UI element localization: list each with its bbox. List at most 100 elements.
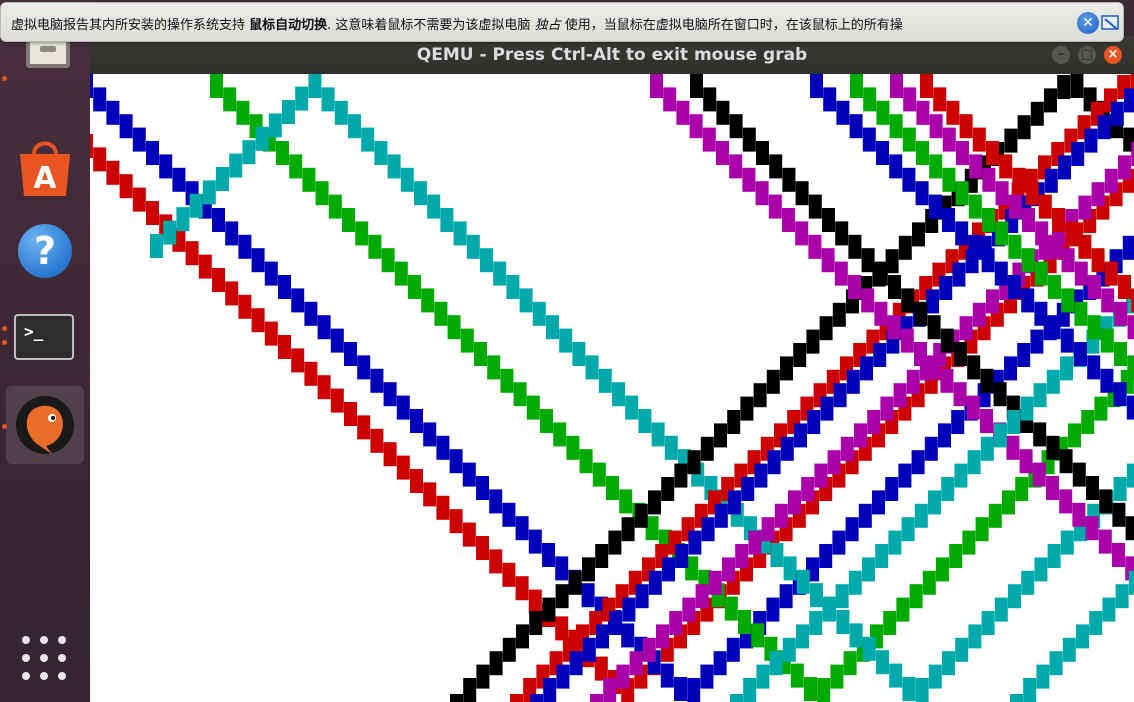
dock-item-help[interactable]: ? [6,214,84,292]
notification-close-icon[interactable]: ✕ [1077,12,1099,34]
pattern-block [703,87,717,112]
pattern-block [933,87,947,112]
pattern-block [1086,476,1099,500]
pattern-block [901,288,915,313]
maximize-button[interactable]: □ [1078,46,1096,64]
pattern-block [568,570,582,595]
pattern-block [941,477,955,501]
pattern-block [1049,651,1063,676]
pattern-block [806,329,820,354]
pattern-block [862,636,876,661]
pattern-block [883,611,897,635]
pattern-block [981,611,995,635]
pattern-block [1113,382,1127,407]
pattern-block [875,544,889,568]
pattern-block [225,221,239,246]
pattern-block [1125,516,1134,541]
pattern-block [835,584,849,609]
dock-item-software[interactable]: A [6,130,84,208]
vm-display[interactable] [90,74,1134,702]
pattern-block [942,167,956,192]
pattern-block [830,664,844,689]
pattern-block [898,235,912,260]
pattern-block [1101,288,1115,313]
pattern-block [489,489,503,514]
pattern-block [423,482,437,507]
pattern-block [929,114,943,139]
pattern-block [93,87,107,112]
pattern-block [119,174,133,199]
pattern-block [729,154,743,179]
pattern-block [1002,490,1015,515]
pattern-block [1048,234,1062,259]
pattern-block [436,435,450,460]
pattern-block [1034,557,1048,582]
pattern-block [612,382,625,407]
pattern-block [1022,208,1035,232]
pattern-block [530,694,543,702]
pattern-block [528,529,542,554]
pattern-block [887,315,901,340]
pattern-block [708,570,722,595]
pattern-block [474,342,487,366]
pattern-block [648,570,662,595]
pattern-block [743,678,757,702]
pattern-block [236,100,250,125]
pattern-block [980,436,994,461]
pattern-block [682,597,696,622]
pattern-block [929,154,943,179]
pattern-block [914,342,927,366]
pattern-block [1094,396,1108,421]
pattern-block [993,382,1007,407]
pattern-block [342,208,355,232]
pattern-block [519,288,533,313]
pattern-block [598,368,612,393]
pattern-block [660,663,674,688]
pattern-block [621,623,635,648]
show-apps-icon[interactable] [22,636,68,682]
pattern-block [695,584,709,609]
pattern-block [955,181,969,206]
pattern-block [1060,356,1073,381]
pattern-block [817,678,831,702]
pattern-block [606,476,619,500]
pattern-block [1012,167,1026,192]
pattern-block [616,664,630,689]
pattern-block [688,530,702,555]
software-icon: A [20,141,70,196]
pattern-block [980,368,994,393]
pattern-block [845,517,859,542]
notification-dismiss-icon[interactable] [1101,13,1121,33]
pattern-block [1046,435,1060,460]
pattern-block [229,153,243,178]
pattern-block [821,248,835,273]
pattern-block [185,241,199,266]
pattern-block [1118,275,1131,299]
pattern-block [595,544,609,568]
pattern-block [769,651,783,676]
pattern-block [334,100,348,125]
pattern-block [1044,168,1058,193]
running-indicator [2,76,7,81]
dock-item-terminal[interactable]: >_ [6,300,84,378]
pattern-block [920,74,933,98]
pattern-block [714,503,728,528]
pattern-block [502,562,516,587]
pattern-block [1030,329,1044,354]
dock-item-qemu[interactable] [6,386,84,464]
close-button[interactable]: × [1104,46,1122,64]
pattern-block [986,141,999,165]
pattern-block [410,469,423,493]
pattern-block [622,597,636,622]
pattern-block [1035,221,1049,246]
pattern-block [502,502,516,527]
pattern-block [953,382,967,407]
pattern-block [642,637,656,662]
pattern-block [1122,235,1134,260]
pattern-block [1023,678,1037,702]
pattern-block [555,616,569,641]
minimize-button[interactable]: – [1052,46,1070,64]
pattern-block [1091,182,1105,207]
pattern-block [502,637,516,662]
pattern-block [766,369,780,394]
